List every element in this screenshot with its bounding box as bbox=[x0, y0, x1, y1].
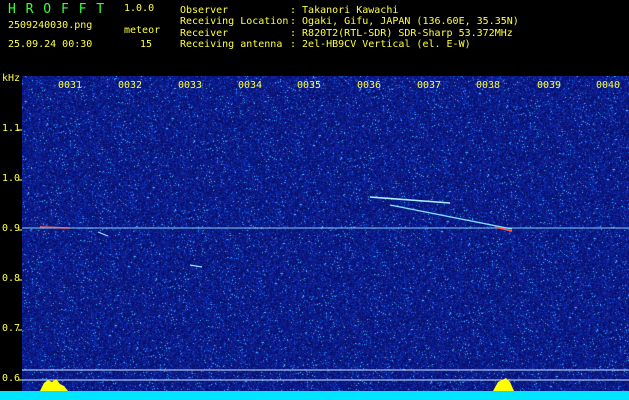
peak-marker bbox=[40, 379, 68, 391]
meteor-trace bbox=[189, 264, 203, 268]
y-ticks bbox=[18, 129, 22, 381]
carrier-hotspot bbox=[39, 226, 71, 229]
time-label: 0038 bbox=[476, 80, 501, 91]
time-label: 0040 bbox=[596, 80, 621, 91]
meteor-trace bbox=[389, 204, 513, 230]
time-label: 0033 bbox=[178, 80, 203, 91]
meteor-trace bbox=[369, 196, 451, 204]
time-label: 0034 bbox=[238, 80, 263, 91]
time-label: 0036 bbox=[357, 80, 382, 91]
time-label: 0039 bbox=[537, 80, 562, 91]
spectrogram-overlay bbox=[0, 129, 629, 400]
noise-bar bbox=[0, 391, 629, 400]
time-label: 0031 bbox=[58, 80, 83, 91]
time-label: 0037 bbox=[417, 80, 442, 91]
meteor-trace bbox=[97, 231, 109, 237]
time-label: 0032 bbox=[118, 80, 143, 91]
hroft-window: H R O F F T 1.0.0 2509240030.png meteor … bbox=[0, 0, 629, 400]
time-label: 0035 bbox=[297, 80, 322, 91]
